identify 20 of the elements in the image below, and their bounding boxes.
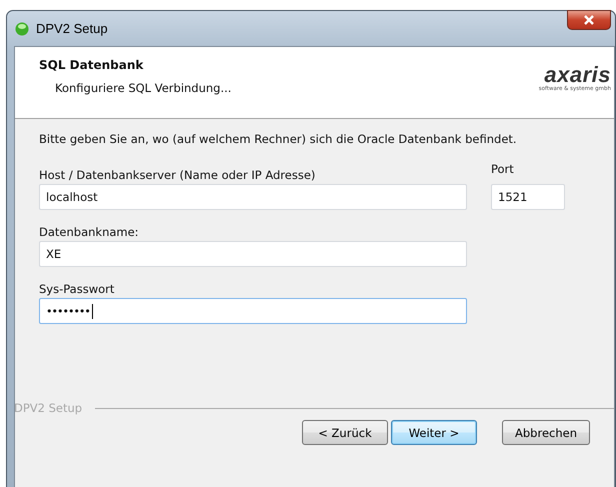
status-orb-icon — [15, 22, 29, 36]
password-field[interactable]: •••••••• — [39, 298, 467, 324]
database-name-field[interactable]: XE — [39, 241, 467, 267]
dialog-button[interactable]: < Zurück — [302, 420, 388, 445]
logo-wordmark: axaris — [544, 64, 611, 86]
field-label: Port — [491, 162, 515, 176]
field-label: Sys-Passwort — [39, 282, 116, 296]
dialog-button[interactable]: Weiter > — [391, 420, 477, 445]
close-icon — [583, 15, 595, 25]
page-subtitle: Konfiguriere SQL Verbindung... — [54, 81, 232, 95]
close-button[interactable] — [567, 10, 611, 30]
field-label: Host / Datenbankserver (Name oder IP Adresse) — [39, 168, 316, 182]
page-title: SQL Datenbank — [39, 58, 144, 72]
host-field[interactable]: localhost — [39, 184, 467, 210]
dialog-button[interactable]: Abbrechen — [502, 420, 590, 445]
field-label: Datenbankname: — [39, 225, 140, 239]
instruction-text: Bitte geben Sie an, wo (auf welchem Rechner) sich die Oracle Datenbank befindet. — [39, 132, 518, 146]
footer-label: DPV2 Setup — [14, 401, 84, 415]
port-field[interactable]: 1521 — [491, 184, 565, 210]
window-title: DPV2 Setup — [36, 21, 108, 36]
